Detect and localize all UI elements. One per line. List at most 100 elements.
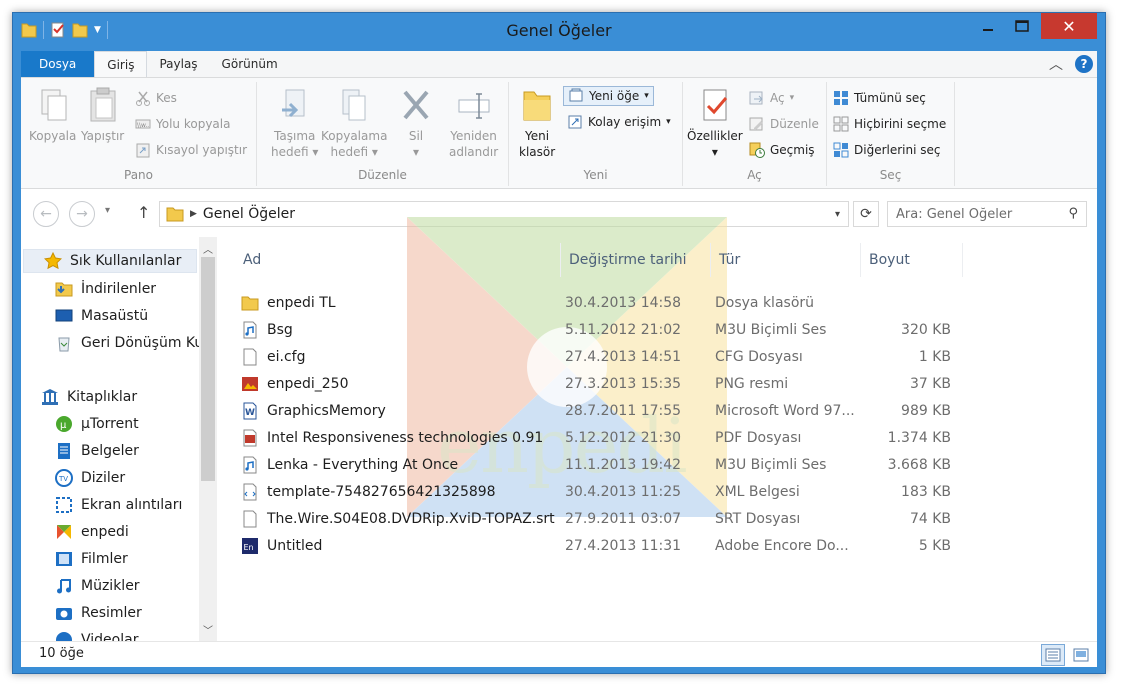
window-title: Genel Öğeler bbox=[506, 21, 612, 40]
up-button[interactable]: ↑ bbox=[137, 203, 150, 222]
scroll-down-icon[interactable]: ﹀ bbox=[199, 622, 217, 637]
file-name: Lenka - Everything At Once bbox=[267, 456, 459, 473]
paste-button[interactable]: Yapıştır bbox=[81, 86, 124, 144]
paste-shortcut-button[interactable]: Kısayol yapıştır bbox=[135, 142, 247, 158]
new-item-button[interactable]: Yeni öğe ▾ bbox=[563, 86, 654, 106]
nav-scrollbar[interactable]: ︿ ﹀ bbox=[199, 237, 217, 641]
file-size: 183 KB bbox=[901, 483, 951, 500]
tab-home[interactable]: Giriş bbox=[94, 51, 148, 77]
nav-downloads[interactable]: İndirilenler bbox=[55, 277, 156, 301]
file-row[interactable]: Lenka - Everything At Once 11.1.2013 19:4… bbox=[241, 451, 961, 478]
new-item-icon bbox=[569, 88, 583, 102]
invert-selection-button[interactable]: Diğerlerini seç bbox=[833, 142, 940, 158]
file-row[interactable]: Intel Responsiveness technologies 0.91 5.… bbox=[241, 424, 961, 451]
file-name-cell: Lenka - Everything At Once bbox=[241, 451, 561, 478]
move-to-button[interactable]: Taşıma hedefi ▾ bbox=[271, 86, 318, 160]
tab-share[interactable]: Paylaş bbox=[147, 51, 209, 77]
file-type: M3U Biçimli Ses bbox=[715, 456, 827, 473]
tab-view[interactable]: Görünüm bbox=[210, 51, 290, 77]
file-date: 30.4.2013 11:25 bbox=[565, 483, 682, 500]
delete-button[interactable]: Sil ▾ bbox=[399, 86, 433, 160]
new-group-label: Yeni bbox=[583, 168, 608, 182]
nav-enpedi[interactable]: enpedi bbox=[55, 520, 129, 544]
select-none-icon bbox=[833, 116, 849, 132]
scroll-up-icon[interactable]: ︿ bbox=[199, 241, 217, 256]
new-folder-label-2: klasör bbox=[519, 145, 556, 159]
copy-path-button[interactable]: \\w.. Yolu kopyala bbox=[135, 116, 230, 132]
new-folder-button[interactable]: Yeni klasör bbox=[519, 86, 555, 160]
file-list: enpedi Ad Değiştirme tarihi Tür Boyut en… bbox=[217, 217, 1097, 641]
file-row[interactable]: enpedi_250 27.3.2013 15:35 PNG resmi 37 KB bbox=[241, 370, 961, 397]
properties-button[interactable]: Özellikler ▾ bbox=[687, 86, 743, 160]
easy-access-button[interactable]: Kolay erişim ▾ bbox=[567, 114, 671, 130]
nav-screenshots[interactable]: Ekran alıntıları bbox=[55, 493, 182, 517]
large-icons-view-button[interactable] bbox=[1069, 644, 1093, 666]
select-all-button[interactable]: Tümünü seç bbox=[833, 90, 926, 106]
search-box[interactable]: ⚲ bbox=[887, 201, 1087, 227]
column-header-date[interactable]: Değiştirme tarihi bbox=[561, 243, 711, 277]
select-none-label: Hiçbirini seçme bbox=[854, 117, 947, 131]
folder-icon bbox=[241, 296, 259, 310]
nav-documents[interactable]: Belgeler bbox=[55, 439, 139, 463]
maximize-button[interactable] bbox=[1007, 13, 1037, 39]
maximize-icon bbox=[1015, 20, 1029, 32]
breadcrumb[interactable]: Genel Öğeler bbox=[203, 206, 295, 222]
easy-access-label: Kolay erişim bbox=[588, 115, 662, 129]
ribbon-tab-bar: Dosya Giriş Paylaş Görünüm ︿ ? bbox=[21, 51, 1097, 77]
breadcrumb-separator-icon[interactable]: ▶ bbox=[190, 209, 197, 219]
edit-button[interactable]: Düzenle bbox=[749, 116, 819, 132]
copy-to-button[interactable]: Kopyalama hedefi ▾ bbox=[321, 86, 387, 160]
file-row[interactable]: En Untitled 27.4.2013 11:31 Adobe Encore Do… bbox=[241, 532, 961, 559]
open-button[interactable]: Aç ▾ bbox=[749, 90, 794, 106]
nav-label: Ekran alıntıları bbox=[81, 497, 183, 513]
nav-videos[interactable]: Videolar bbox=[55, 628, 138, 641]
search-input[interactable] bbox=[896, 206, 1056, 222]
minimize-button[interactable] bbox=[973, 13, 1003, 39]
help-icon[interactable]: ? bbox=[1075, 55, 1093, 73]
column-header-size[interactable]: Boyut bbox=[861, 243, 963, 277]
nav-utorrent[interactable]: µ µTorrent bbox=[55, 412, 139, 436]
file-name: Intel Responsiveness technologies 0.91 bbox=[267, 429, 544, 446]
file-row[interactable]: enpedi TL 30.4.2013 14:58 Dosya klasörü bbox=[241, 289, 961, 316]
cut-button[interactable]: Kes bbox=[135, 90, 177, 106]
recent-locations-button[interactable]: ▾ bbox=[105, 205, 110, 216]
nav-recycle-bin[interactable]: Geri Dönüşüm Ku bbox=[55, 331, 203, 355]
search-icon[interactable]: ⚲ bbox=[1068, 206, 1078, 221]
nav-favorites[interactable]: Sık Kullanılanlar bbox=[23, 249, 197, 273]
file-row[interactable]: ei.cfg 27.4.2013 14:51 CFG Dosyası 1 KB bbox=[241, 343, 961, 370]
copy-button[interactable]: Kopyala bbox=[29, 86, 76, 144]
history-icon bbox=[749, 142, 765, 158]
file-row[interactable]: The.Wire.S04E08.DVDRip.XviD-TOPAZ.srt 27.… bbox=[241, 505, 961, 532]
close-button[interactable]: ✕ bbox=[1041, 13, 1097, 39]
select-none-button[interactable]: Hiçbirini seçme bbox=[833, 116, 946, 132]
nav-libraries[interactable]: Kitaplıklar bbox=[41, 385, 137, 409]
column-header-name[interactable]: Ad bbox=[235, 243, 561, 277]
nav-pictures[interactable]: Resimler bbox=[55, 601, 142, 625]
audio-file-icon bbox=[243, 456, 257, 473]
paste-label: Yapıştır bbox=[81, 129, 125, 143]
history-button[interactable]: Geçmiş bbox=[749, 142, 815, 158]
details-view-button[interactable] bbox=[1041, 644, 1065, 666]
file-size: 3.668 KB bbox=[887, 456, 951, 473]
address-dropdown-icon[interactable]: ▾ bbox=[835, 209, 840, 220]
forward-button[interactable]: → bbox=[69, 201, 95, 227]
nav-series[interactable]: TV Diziler bbox=[55, 466, 125, 490]
nav-desktop[interactable]: Masaüstü bbox=[55, 304, 148, 328]
refresh-button[interactable]: ⟳ bbox=[853, 201, 879, 227]
nav-movies[interactable]: Filmler bbox=[55, 547, 128, 571]
nav-music[interactable]: Müzikler bbox=[55, 574, 140, 598]
rename-label-2: adlandır bbox=[449, 145, 499, 159]
delete-dropdown-icon: ▾ bbox=[412, 145, 420, 159]
collapse-ribbon-icon[interactable]: ︿ bbox=[1049, 54, 1063, 74]
rename-button[interactable]: Yeniden adlandır bbox=[449, 86, 498, 160]
scrollbar-thumb[interactable] bbox=[201, 257, 215, 481]
column-header-type[interactable]: Tür bbox=[711, 243, 861, 277]
file-row[interactable]: W GraphicsMemory 28.7.2011 17:55 Microsoft … bbox=[241, 397, 961, 424]
file-type: Microsoft Word 97... bbox=[715, 402, 855, 419]
file-row[interactable]: template-754827656421325898 30.4.2013 11:… bbox=[241, 478, 961, 505]
file-row[interactable]: Bsg 5.11.2012 21:02 M3U Biçimli Ses 320 KB bbox=[241, 316, 961, 343]
tab-file[interactable]: Dosya bbox=[21, 51, 95, 77]
organize-group-label: Düzenle bbox=[358, 168, 407, 182]
back-button[interactable]: ← bbox=[33, 201, 59, 227]
minimize-icon bbox=[983, 29, 993, 31]
